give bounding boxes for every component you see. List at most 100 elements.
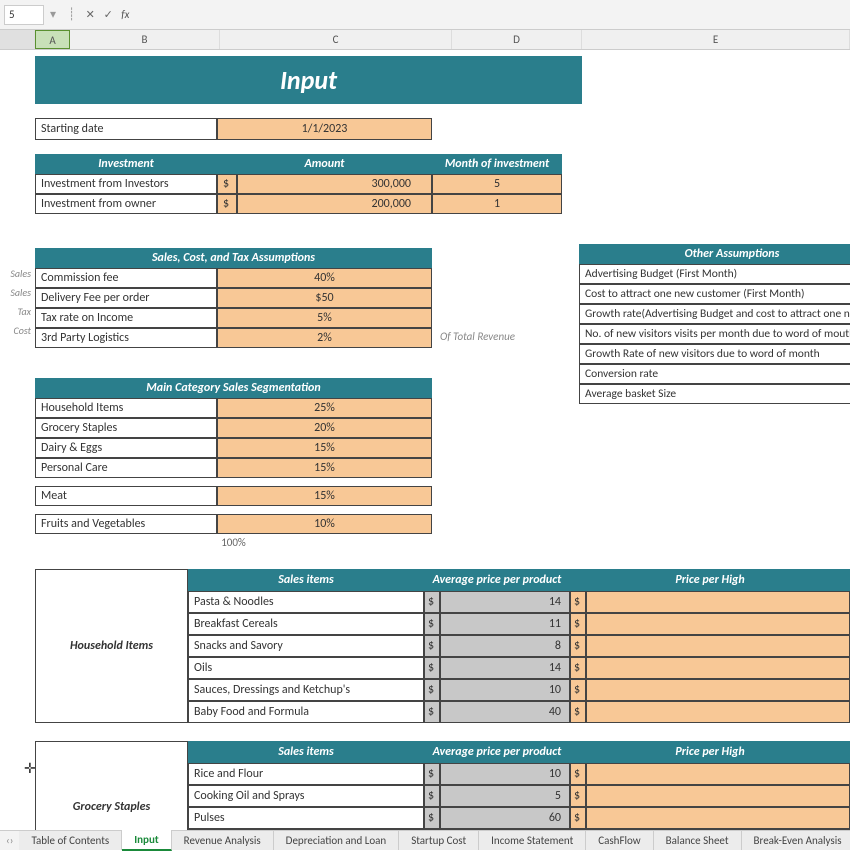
tab-startup-cost[interactable]: Startup Cost bbox=[399, 831, 479, 850]
cell[interactable]: Household Items bbox=[35, 398, 217, 418]
cell[interactable]: $ bbox=[570, 635, 586, 657]
cell[interactable] bbox=[586, 657, 850, 679]
cell[interactable]: Snacks and Savory bbox=[188, 635, 424, 657]
cell[interactable]: Oils bbox=[188, 657, 424, 679]
cell[interactable] bbox=[586, 591, 850, 613]
select-all-corner[interactable] bbox=[0, 30, 35, 49]
worksheet[interactable]: Input Starting date 1/1/2023 Investment … bbox=[0, 50, 850, 830]
cell[interactable]: Pasta & Noodles bbox=[188, 591, 424, 613]
cell[interactable]: 5 bbox=[440, 785, 570, 807]
cell[interactable]: $ bbox=[570, 763, 586, 785]
col-header-b[interactable]: B bbox=[70, 30, 220, 49]
cell[interactable]: $ bbox=[424, 591, 440, 613]
cancel-icon[interactable]: ✕ bbox=[81, 8, 99, 21]
cell[interactable] bbox=[586, 635, 850, 657]
cell[interactable]: $ bbox=[570, 807, 586, 829]
cell[interactable]: 20% bbox=[217, 418, 432, 438]
cell[interactable]: $ bbox=[217, 174, 237, 194]
cell[interactable]: 40% bbox=[217, 268, 432, 288]
cell[interactable]: 11 bbox=[440, 613, 570, 635]
cell[interactable]: 15% bbox=[217, 438, 432, 458]
cell[interactable]: $50 bbox=[217, 288, 432, 308]
cell[interactable]: Commission fee bbox=[35, 268, 217, 288]
cell[interactable]: Fruits and Vegetables bbox=[35, 514, 217, 534]
tab-depreciation-loan[interactable]: Depreciation and Loan bbox=[274, 831, 400, 850]
cell[interactable]: Growth Rate of new visitors due to word … bbox=[579, 344, 850, 364]
cell[interactable]: $ bbox=[570, 657, 586, 679]
cell[interactable]: 10 bbox=[440, 763, 570, 785]
cell[interactable]: 2% bbox=[217, 328, 432, 348]
tab-income-statement[interactable]: Income Statement bbox=[479, 831, 586, 850]
cell[interactable]: Investment from owner bbox=[35, 194, 217, 214]
cell[interactable]: $ bbox=[424, 701, 440, 723]
cell[interactable]: Dairy & Eggs bbox=[35, 438, 217, 458]
tab-input[interactable]: Input bbox=[122, 830, 171, 851]
cell[interactable] bbox=[586, 701, 850, 723]
cell[interactable]: 14 bbox=[440, 657, 570, 679]
cell[interactable]: $ bbox=[570, 785, 586, 807]
cell[interactable] bbox=[586, 613, 850, 635]
col-header-c[interactable]: C bbox=[220, 30, 452, 49]
cell[interactable]: 300,000 bbox=[237, 174, 432, 194]
cell[interactable]: $ bbox=[570, 591, 586, 613]
cell[interactable] bbox=[586, 807, 850, 829]
col-header-d[interactable]: D bbox=[452, 30, 582, 49]
dropdown-icon[interactable]: ▾ bbox=[50, 7, 56, 22]
cell[interactable]: Personal Care bbox=[35, 458, 217, 478]
fx-icon[interactable]: fx bbox=[121, 8, 129, 21]
cell[interactable]: 1 bbox=[432, 194, 562, 214]
cell[interactable]: $ bbox=[424, 763, 440, 785]
cell[interactable] bbox=[586, 763, 850, 785]
cell[interactable]: $ bbox=[424, 785, 440, 807]
cell[interactable]: 8 bbox=[440, 635, 570, 657]
cell[interactable]: $ bbox=[570, 701, 586, 723]
cell[interactable]: $ bbox=[424, 679, 440, 701]
cell[interactable]: Cooking Oil and Sprays bbox=[188, 785, 424, 807]
cell[interactable]: Rice and Flour bbox=[188, 763, 424, 785]
cell[interactable]: Baby Food and Formula bbox=[188, 701, 424, 723]
cell[interactable]: Meat bbox=[35, 486, 217, 506]
cell[interactable]: Cost to attract one new customer (First … bbox=[579, 284, 850, 304]
tab-revenue-analysis[interactable]: Revenue Analysis bbox=[172, 831, 274, 850]
cell[interactable]: Grocery Staples bbox=[35, 418, 217, 438]
cell[interactable]: 14 bbox=[440, 591, 570, 613]
cell[interactable]: 10 bbox=[440, 679, 570, 701]
cell[interactable]: No. of new visitors visits per month due… bbox=[579, 324, 850, 344]
cell[interactable]: $ bbox=[570, 679, 586, 701]
cell[interactable]: Advertising Budget (First Month) bbox=[579, 264, 850, 284]
cell[interactable]: Sauces, Dressings and Ketchup's bbox=[188, 679, 424, 701]
tab-table-of-contents[interactable]: Table of Contents bbox=[19, 831, 122, 850]
cell[interactable]: $ bbox=[424, 657, 440, 679]
cell[interactable]: 60 bbox=[440, 807, 570, 829]
cell[interactable]: Conversion rate bbox=[579, 364, 850, 384]
cell[interactable]: 5 bbox=[432, 174, 562, 194]
cell[interactable]: Investment from Investors bbox=[35, 174, 217, 194]
confirm-icon[interactable]: ✓ bbox=[99, 8, 117, 21]
cell[interactable]: 200,000 bbox=[237, 194, 432, 214]
cell[interactable] bbox=[586, 785, 850, 807]
cell[interactable]: 3rd Party Logistics bbox=[35, 328, 217, 348]
cell[interactable] bbox=[586, 679, 850, 701]
cell[interactable]: $ bbox=[424, 635, 440, 657]
cell[interactable]: $ bbox=[570, 613, 586, 635]
cell[interactable]: Growth rate(Advertising Budget and cost … bbox=[579, 304, 850, 324]
tab-break-even[interactable]: Break-Even Analysis bbox=[742, 831, 850, 850]
cell[interactable]: Tax rate on Income bbox=[35, 308, 217, 328]
name-box[interactable]: 5 bbox=[4, 5, 44, 25]
cell[interactable]: 10% bbox=[217, 514, 432, 534]
cell[interactable]: 15% bbox=[217, 486, 432, 506]
cell[interactable]: Breakfast Cereals bbox=[188, 613, 424, 635]
cell[interactable]: $ bbox=[424, 613, 440, 635]
tab-balance-sheet[interactable]: Balance Sheet bbox=[654, 831, 742, 850]
tab-next-icon[interactable]: › bbox=[10, 834, 14, 847]
cell[interactable]: 25% bbox=[217, 398, 432, 418]
cell[interactable]: Average basket Size bbox=[579, 384, 850, 404]
cell[interactable]: 40 bbox=[440, 701, 570, 723]
col-header-e[interactable]: E bbox=[582, 30, 850, 49]
cell[interactable]: Delivery Fee per order bbox=[35, 288, 217, 308]
tab-cashflow[interactable]: CashFlow bbox=[586, 831, 653, 850]
col-header-a[interactable]: A bbox=[35, 30, 70, 49]
cell[interactable]: $ bbox=[217, 194, 237, 214]
cell[interactable]: Pulses bbox=[188, 807, 424, 829]
cell[interactable]: $ bbox=[424, 807, 440, 829]
